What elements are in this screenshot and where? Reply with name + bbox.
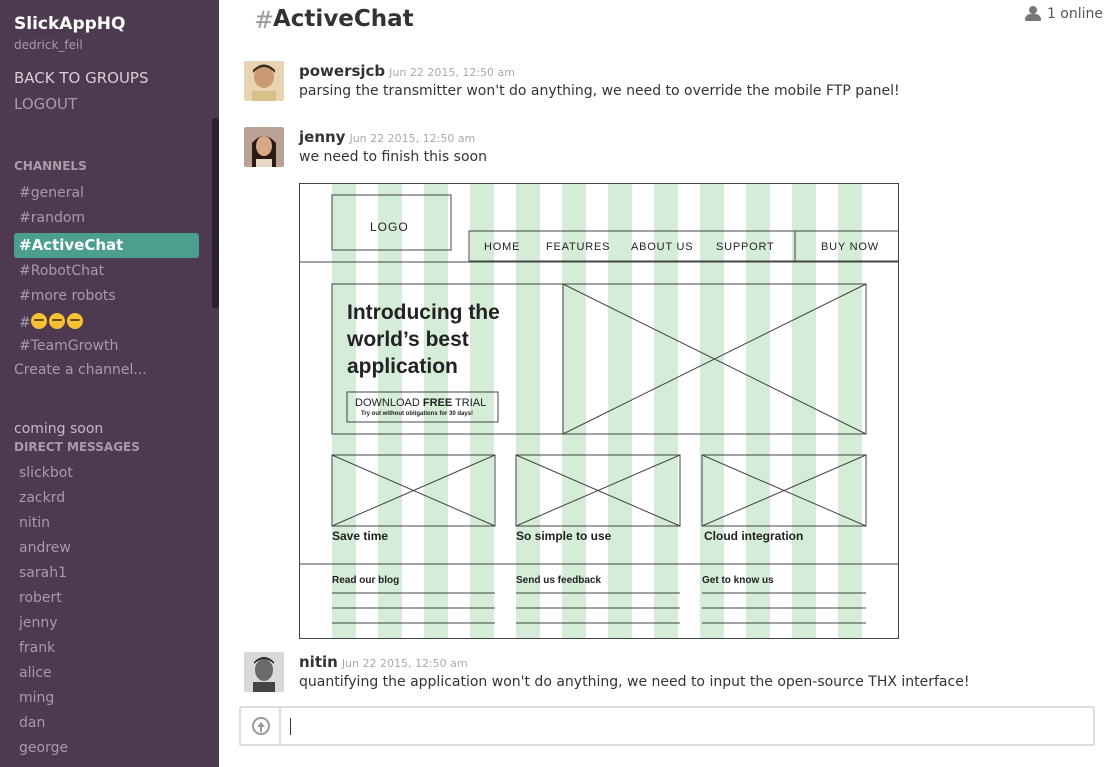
channel-item-emoji[interactable]: # — [14, 311, 199, 336]
wireframe-nav-features: FEATURES — [546, 241, 610, 253]
channel-title: ActiveChat — [273, 6, 414, 32]
sleepy-face-icon — [30, 313, 47, 329]
wireframe-nav-buy: BUY NOW — [821, 241, 879, 253]
wireframe-feature-3: Cloud integration — [704, 529, 803, 543]
channels-heading: CHANNELS — [14, 159, 87, 173]
current-username: dedrick_feil — [14, 38, 83, 52]
wireframe-hero-line-1: Introducing the — [347, 301, 500, 324]
wireframe-feature-1: Save time — [332, 529, 388, 543]
channel-item-activechat[interactable]: #ActiveChat — [14, 233, 199, 258]
wireframe-hero-line-3: application — [347, 355, 458, 378]
sleepy-face-icon — [48, 313, 65, 329]
wireframe-logo: LOGO — [370, 220, 409, 234]
channel-hash-icon: # — [254, 6, 275, 34]
wireframe-footer-link-2: Send us feedback — [516, 575, 601, 586]
avatar-powersjcb[interactable] — [244, 61, 284, 101]
dm-item-andrew[interactable]: andrew — [19, 540, 71, 556]
create-channel-link[interactable]: Create a channel... — [14, 362, 147, 378]
channel-item-teamgrowth[interactable]: #TeamGrowth — [14, 334, 199, 359]
coming-soon-label: coming soon — [14, 421, 104, 437]
dm-item-frank[interactable]: frank — [19, 640, 55, 656]
message-image-attachment[interactable]: LOGO HOME FEATURES ABOUT US SUPPORT BUY … — [299, 183, 899, 639]
upload-button[interactable] — [241, 708, 281, 744]
wireframe-nav-about: ABOUT US — [631, 241, 693, 253]
dm-item-zackrd[interactable]: zackrd — [19, 490, 65, 506]
online-count-label: 1 online — [1046, 6, 1103, 22]
channel-item-robotchat[interactable]: #RobotChat — [14, 259, 199, 284]
upload-arrow-icon — [252, 717, 270, 735]
avatar-jenny[interactable] — [244, 127, 284, 167]
message-text: parsing the transmitter won't do anythin… — [299, 83, 900, 99]
message-author[interactable]: jenny Jun 22 2015, 12:50 am — [299, 128, 475, 146]
wireframe-footer-link-3: Get to know us — [702, 575, 774, 586]
message-timestamp: Jun 22 2015, 12:50 am — [341, 657, 468, 670]
message-author[interactable]: powersjcb Jun 22 2015, 12:50 am — [299, 62, 515, 80]
wireframe-grid-columns: LOGO HOME FEATURES ABOUT US SUPPORT BUY … — [300, 184, 898, 638]
channel-item-random[interactable]: #random — [14, 206, 199, 231]
message-text: we need to finish this soon — [299, 149, 487, 165]
message-input[interactable] — [285, 710, 1091, 742]
dm-item-dan[interactable]: dan — [19, 715, 45, 731]
users-icon — [1024, 6, 1042, 21]
dm-item-slickbot[interactable]: slickbot — [19, 465, 73, 481]
wireframe-nav-support: SUPPORT — [716, 241, 775, 253]
message-timestamp: Jun 22 2015, 12:50 am — [389, 66, 515, 79]
message-text: quantifying the application won't do any… — [299, 674, 970, 690]
wireframe-cta: DOWNLOAD FREE TRIAL — [355, 397, 486, 409]
team-name: SlickAppHQ — [14, 14, 126, 34]
message-author[interactable]: nitin Jun 22 2015, 12:50 am — [299, 653, 468, 671]
logout-link[interactable]: LOGOUT — [14, 95, 77, 113]
channel-item-more-robots[interactable]: #more robots — [14, 284, 199, 309]
online-count: 1 online — [1024, 6, 1103, 22]
wireframe-hero-line-2: world’s best — [346, 328, 469, 351]
dm-item-alice[interactable]: alice — [19, 665, 52, 681]
message-composer — [239, 706, 1095, 746]
wireframe-feature-2: So simple to use — [516, 529, 612, 543]
wireframe-cta-sub: Try out without obligations for 30 days! — [361, 411, 473, 417]
dm-item-ming[interactable]: ming — [19, 690, 54, 706]
channel-item-general[interactable]: #general — [14, 181, 199, 206]
dm-item-sarah1[interactable]: sarah1 — [19, 565, 67, 581]
sidebar: SlickAppHQ dedrick_feil BACK TO GROUPS L… — [0, 0, 219, 767]
dm-item-robert[interactable]: robert — [19, 590, 62, 606]
sleepy-face-icon — [66, 313, 83, 329]
sidebar-scrollbar[interactable] — [212, 118, 219, 308]
dm-item-nitin[interactable]: nitin — [19, 515, 50, 531]
wireframe-nav-home: HOME — [484, 241, 520, 253]
message-timestamp: Jun 22 2015, 12:50 am — [349, 132, 476, 145]
channel-hash: # — [19, 315, 31, 331]
dm-item-jenny[interactable]: jenny — [19, 615, 58, 631]
text-caret — [290, 718, 291, 735]
dm-item-george[interactable]: george — [19, 740, 68, 756]
back-to-groups-link[interactable]: BACK TO GROUPS — [14, 69, 149, 87]
avatar-nitin[interactable] — [244, 652, 284, 692]
wireframe-footer-link-1: Read our blog — [332, 575, 399, 586]
direct-messages-heading: DIRECT MESSAGES — [14, 440, 140, 454]
